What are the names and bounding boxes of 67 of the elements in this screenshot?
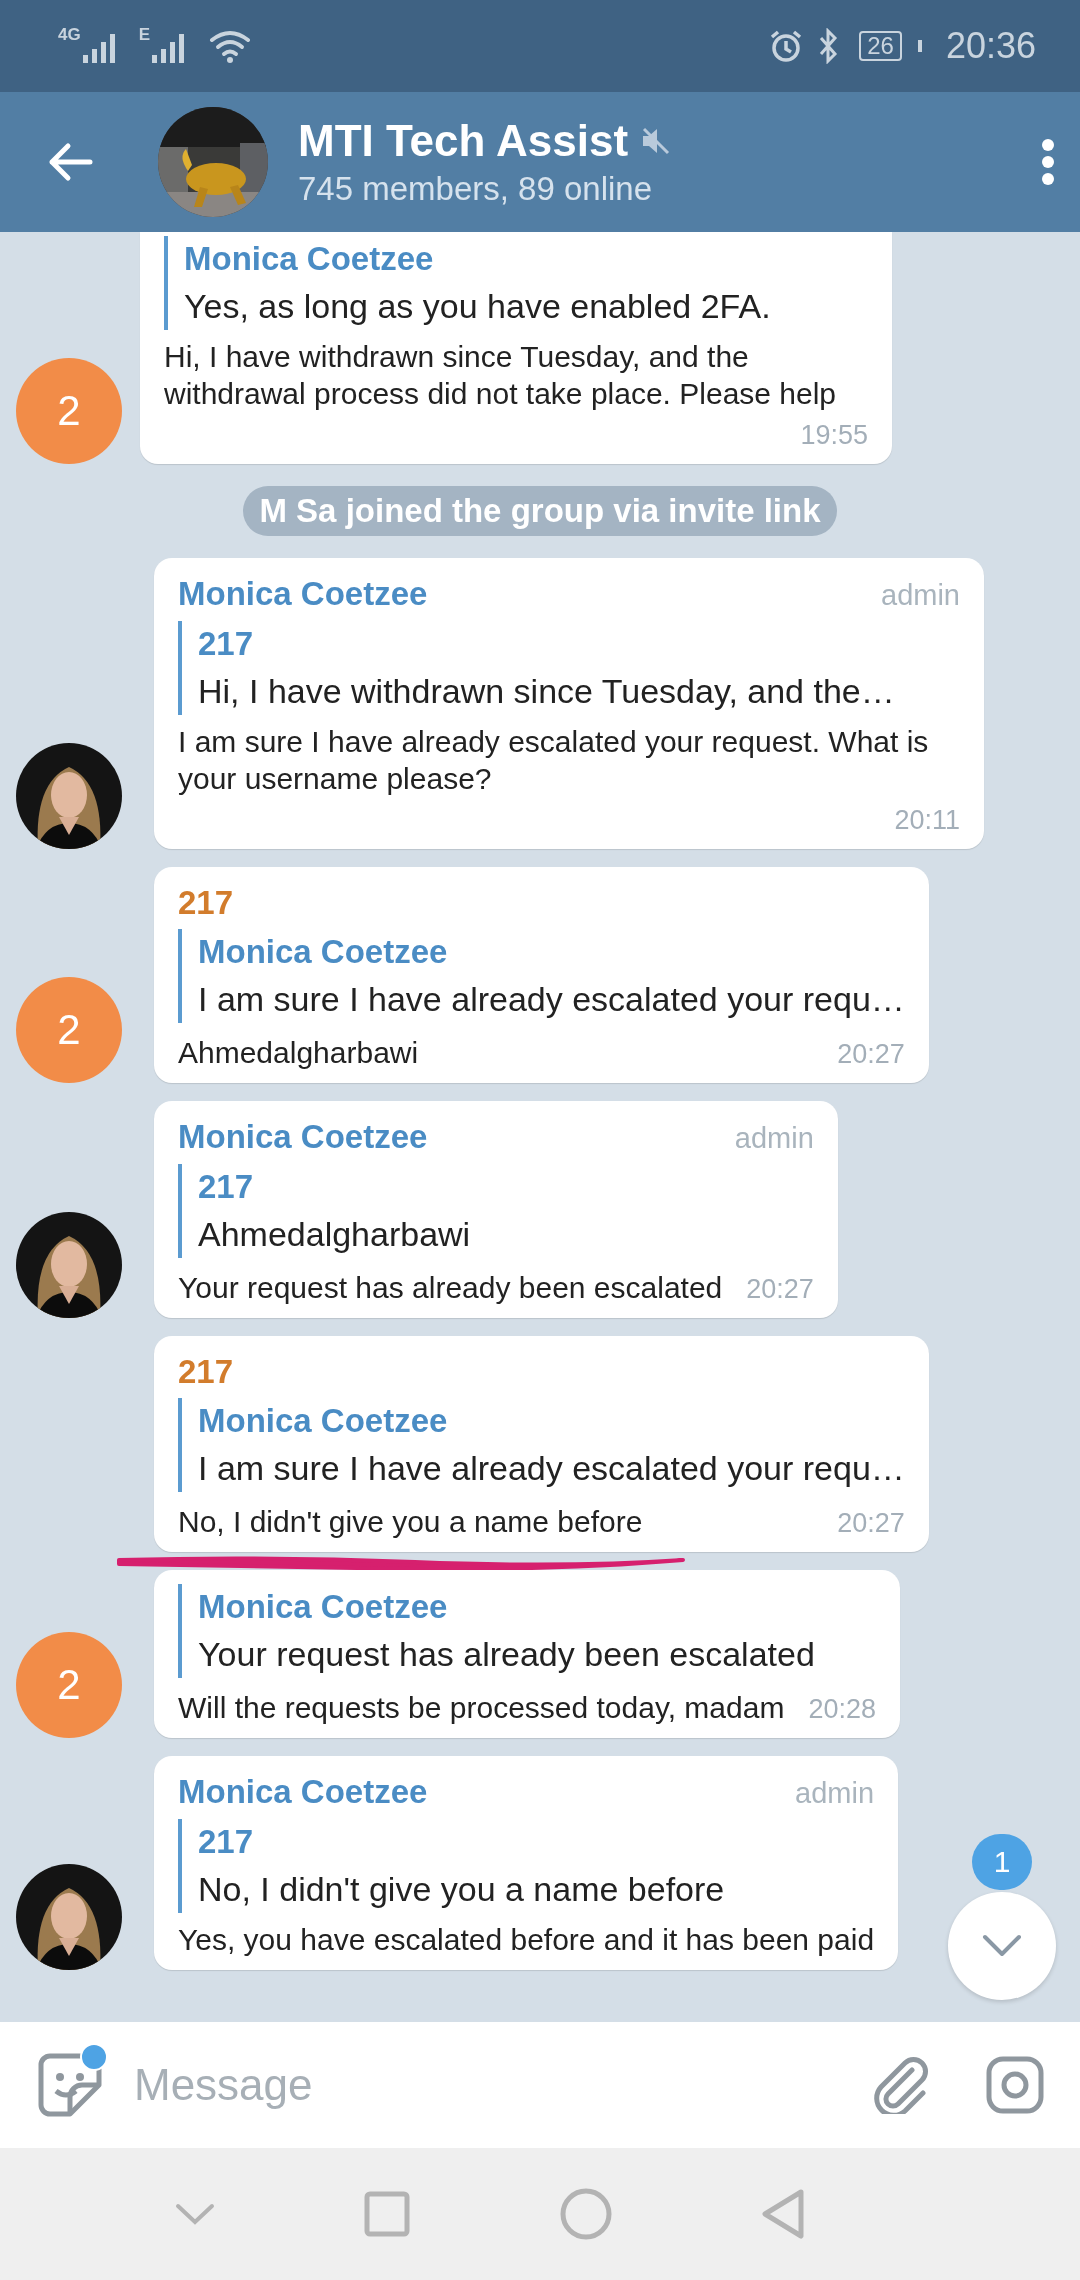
message-text: Will the requests be processed today, madam [178, 1690, 785, 1726]
reply-quote[interactable]: 217 Ahmedalgharbawi [178, 1164, 814, 1258]
reply-quote[interactable]: Monica Coetzee Yes, as long as you have enabled 2FA. [164, 236, 868, 330]
network-type: E [138, 25, 151, 45]
sender-name[interactable]: Monica Coetzee [178, 1113, 705, 1161]
network-type: 4G [58, 25, 81, 45]
message-text: Yes, you have escalated before and it has been paid [178, 1922, 875, 1958]
reply-quote[interactable]: 217 Hi, I have withdrawn since Tuesday, and the… [178, 621, 960, 715]
message-text: No, I didn't give you a name before [178, 1504, 643, 1540]
chevron-down-icon [982, 1934, 1022, 1958]
reply-text: Yes, as long as you have enabled 2FA. [184, 286, 772, 327]
sticker-icon[interactable] [38, 2053, 102, 2117]
message-text: Your request has already been escalated [178, 1270, 723, 1306]
unread-badge: 1 [972, 1834, 1032, 1890]
sender-name[interactable]: Monica Coetzee [178, 570, 851, 618]
avatar[interactable]: 2 [16, 1632, 122, 1738]
battery-icon: 26 [859, 31, 902, 61]
reply-quote[interactable]: Monica Coetzee I am sure I have already escalated your requ… [178, 1398, 905, 1492]
collapse-icon[interactable] [174, 2203, 215, 2225]
avatar[interactable]: 2 [16, 977, 122, 1083]
sender-name[interactable]: Monica Coetzee [178, 1768, 766, 1816]
message-time: 20:27 [836, 1507, 905, 1540]
camera-icon[interactable] [986, 2056, 1044, 2114]
admin-label: admin [734, 1121, 814, 1156]
reply-author: 217 [198, 1167, 255, 1207]
avatar[interactable]: 2 [16, 358, 122, 464]
message-field[interactable]: Message [132, 2059, 872, 2111]
reply-text: I am sure I have already escalated your requ… [198, 979, 905, 1020]
sender-name[interactable]: 217 [178, 879, 905, 927]
reply-author: 217 [198, 624, 255, 664]
alarm-icon [769, 29, 804, 63]
message-time: 20:28 [807, 1693, 876, 1726]
reply-author: Monica Coetzee [198, 1401, 449, 1441]
reply-quote[interactable]: Monica Coetzee I am sure I have already escalated your requ… [178, 929, 905, 1023]
admin-label: admin [795, 1776, 875, 1811]
reply-text: No, I didn't give you a name before [198, 1869, 726, 1910]
reply-author: Monica Coetzee [198, 1587, 449, 1627]
sender-name[interactable]: 217 [178, 1348, 905, 1396]
paperclip-icon[interactable] [872, 2056, 930, 2114]
message-time: 20:27 [836, 1038, 905, 1071]
back-icon[interactable] [761, 2189, 806, 2239]
reply-author: Monica Coetzee [184, 239, 435, 279]
chat-title: MTI Tech Assist [298, 116, 629, 166]
message-time: 19:55 [799, 419, 868, 452]
message-text: Ahmedalgharbawi [178, 1035, 419, 1071]
reply-text: Your request has already been escalated [198, 1634, 816, 1675]
message-time: 20:27 [745, 1273, 814, 1306]
member-count: 745 members, 89 online [298, 170, 654, 208]
home-icon[interactable] [559, 2188, 612, 2240]
reply-text: Ahmedalgharbawi [198, 1214, 472, 1255]
service-message: M Sa joined the group via invite link [243, 486, 837, 536]
reply-quote[interactable]: Monica Coetzee Your request has already been escalated [178, 1584, 876, 1678]
back-icon[interactable] [48, 142, 94, 182]
reply-author: Monica Coetzee [198, 932, 449, 972]
reply-quote[interactable]: 217 No, I didn't give you a name before [178, 1819, 875, 1913]
bluetooth-icon [817, 28, 840, 64]
clock: 20:36 [945, 25, 1036, 67]
reply-text: I am sure I have already escalated your requ… [198, 1448, 905, 1489]
reply-text: Hi, I have withdrawn since Tuesday, and the… [198, 671, 896, 712]
recent-apps-icon[interactable] [364, 2191, 411, 2237]
message-text: Hi, I have withdrawn since Tuesday, and the withdrawal process did not take place. Please help [164, 339, 838, 412]
reply-author: 217 [198, 1822, 255, 1862]
message-text: I am sure I have already escalated your request. What is your username please? [178, 724, 930, 797]
message-time: 20:11 [893, 804, 960, 837]
wifi-icon [208, 28, 253, 64]
more-icon[interactable] [1040, 138, 1056, 186]
admin-label: admin [881, 578, 960, 613]
